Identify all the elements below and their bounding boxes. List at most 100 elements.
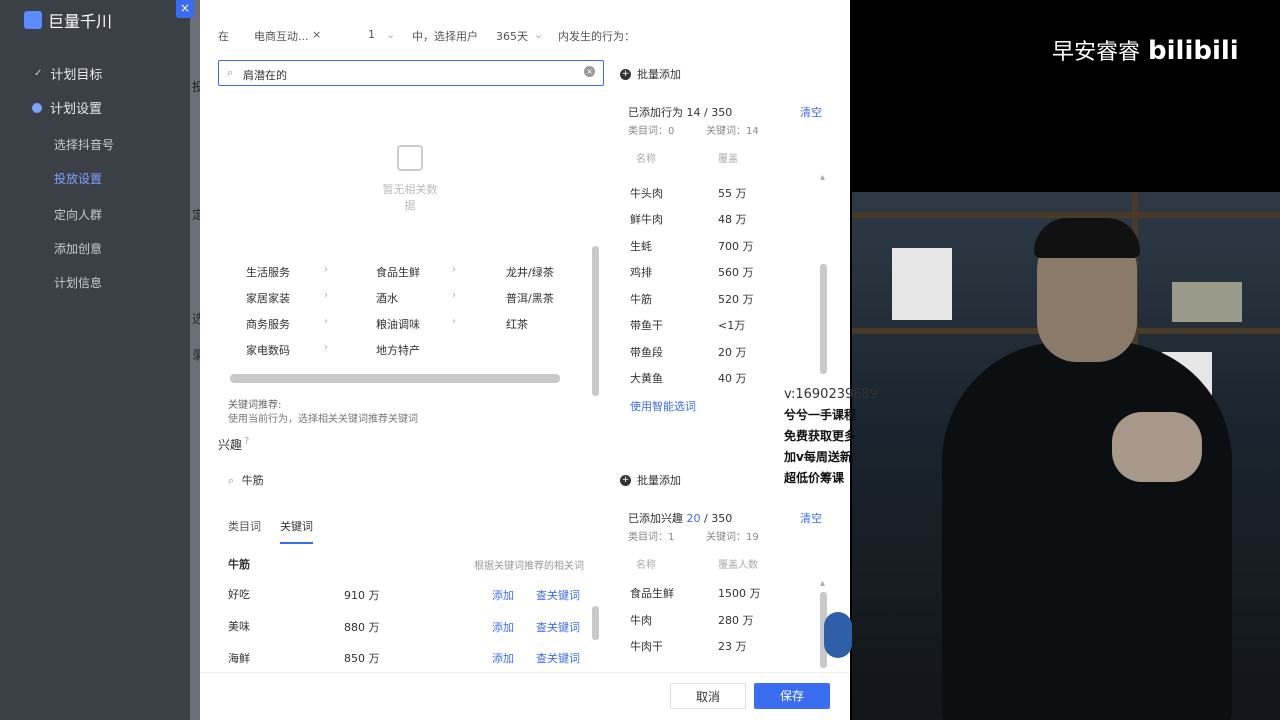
behavior-added-title: 已添加行为 14 / 350 <box>628 106 733 119</box>
close-button[interactable]: × <box>176 0 194 18</box>
presenter-hair <box>1034 218 1140 258</box>
search-icon: ⌕ <box>228 474 235 487</box>
count-select[interactable]: 1 <box>368 28 375 41</box>
plus-icon: + <box>620 68 631 80</box>
category-item[interactable]: 酒水 <box>376 290 398 306</box>
keyword-hint-label: 关键词推荐: <box>228 400 282 411</box>
search-value: 肩潜在的 <box>243 69 287 82</box>
column-name-header: 名称 <box>636 154 656 165</box>
interest-item-value: 23 万 <box>718 640 747 653</box>
clear-icon[interactable]: × <box>584 66 595 77</box>
batch-add-interest-button[interactable]: + 批量添加 <box>620 472 681 488</box>
app-name: 巨量千川 <box>48 12 113 31</box>
column-cover-header: 覆盖人数 <box>718 560 758 571</box>
category-item[interactable]: 红茶 <box>506 316 528 332</box>
behavior-item-value: <1万 <box>718 319 746 332</box>
category-item[interactable]: 龙井/绿茶 <box>506 264 554 280</box>
lookup-keyword-link[interactable]: 查关键词 <box>536 650 580 666</box>
scroll-up-icon[interactable]: ▴ <box>820 172 825 183</box>
sidebar-item-audience[interactable]: 定向人群 <box>54 206 102 223</box>
scene-clear-icon[interactable]: × <box>312 28 321 41</box>
behavior-item-name: 牛筋 <box>630 293 652 306</box>
behavior-search-input[interactable]: ⌕ 肩潜在的 × <box>218 60 604 86</box>
category-item[interactable]: 普洱/黑茶 <box>506 290 554 306</box>
logo-icon <box>24 11 42 29</box>
overlay-line: 超低价筹课 <box>784 471 845 485</box>
bilibili-logo: bilibili <box>1148 36 1239 66</box>
empty-box-icon <box>397 145 423 171</box>
app-sidebar: 巨量千川 ✓ 计划目标 计划设置 选择抖音号 投放设置 定向人群 添加创意 计划… <box>0 0 200 720</box>
clear-behavior-link[interactable]: 清空 <box>800 104 822 120</box>
interest-item-value: 280 万 <box>718 614 754 627</box>
add-keyword-button[interactable]: 添加 <box>492 619 514 635</box>
behavior-item-name: 带鱼段 <box>630 346 663 359</box>
interest-item-name: 牛肉干 <box>630 640 663 653</box>
column-cover-header: 覆盖 <box>718 154 738 165</box>
category-horizontal-scrollbar[interactable] <box>230 374 560 383</box>
chevron-right-icon: › <box>452 264 456 275</box>
sidebar-item-plan-goal[interactable]: ✓ 计划目标 <box>34 64 102 83</box>
app-logo[interactable]: 巨量千川 <box>24 8 112 32</box>
batch-add-behavior-button[interactable]: + 批量添加 <box>620 66 681 82</box>
save-button[interactable]: 保存 <box>754 683 830 709</box>
sidebar-item-plan-info[interactable]: 计划信息 <box>54 274 102 291</box>
search-icon: ⌕ <box>227 66 234 79</box>
behavior-item-name: 牛头肉 <box>630 187 663 200</box>
presenter-hand <box>1112 412 1202 482</box>
help-icon[interactable]: ? <box>244 436 249 447</box>
interest-search[interactable]: ⌕ 牛筋 <box>228 472 264 488</box>
category-item[interactable]: 家居家装 <box>246 290 290 306</box>
keyword-list-scrollbar[interactable] <box>592 606 599 640</box>
category-item[interactable]: 家电数码 <box>246 342 290 358</box>
overlay-line: v:1690239689 <box>784 387 879 402</box>
scene-select[interactable]: 电商互动... <box>254 28 309 44</box>
days-select[interactable]: 365天 <box>496 28 528 44</box>
add-keyword-button[interactable]: 添加 <box>492 650 514 666</box>
interest-item-name: 食品生鲜 <box>630 587 674 600</box>
behavior-list-scrollbar[interactable] <box>820 264 827 374</box>
chevron-right-icon: › <box>452 316 456 327</box>
clear-interest-link[interactable]: 清空 <box>800 510 822 526</box>
modal-footer: 取消 保存 <box>200 672 850 720</box>
watermark-text: 早安睿睿 <box>1052 40 1141 65</box>
smart-keyword-link[interactable]: 使用智能选词 <box>630 398 696 414</box>
behavior-item-name: 鸡排 <box>630 266 652 279</box>
overlay-line: 免费获取更多 <box>784 429 857 443</box>
interest-search-value: 牛筋 <box>241 474 264 487</box>
interest-section-title: 兴趣 <box>218 438 243 452</box>
mascot-icon[interactable] <box>824 612 852 658</box>
category-item[interactable]: 商务服务 <box>246 316 290 332</box>
category-item[interactable]: 地方特产 <box>376 342 420 358</box>
overlay-line: 加v每周送新 <box>784 450 852 464</box>
behavior-item-value: 40 万 <box>718 372 747 385</box>
interest-added-title: 已添加兴趣 20 / 350 <box>628 512 733 525</box>
tab-category-words[interactable]: 类目词 <box>228 518 261 534</box>
category-vertical-scrollbar[interactable] <box>592 246 599 396</box>
column-name-header: 名称 <box>636 560 656 571</box>
presenter <box>912 218 1232 720</box>
keyword-row-name: 好吃 <box>228 588 250 601</box>
tab-keywords[interactable]: 关键词 <box>280 518 313 544</box>
cancel-button[interactable]: 取消 <box>670 683 746 709</box>
category-item[interactable]: 粮油调味 <box>376 316 420 332</box>
behavior-item-value: 700 万 <box>718 240 754 253</box>
overlay-line: 兮兮一手课程 <box>784 408 857 422</box>
behavior-item-name: 生蚝 <box>630 240 652 253</box>
interest-item-name: 牛肉 <box>630 614 652 627</box>
category-item[interactable]: 食品生鲜 <box>376 264 420 280</box>
chevron-right-icon: › <box>324 290 328 301</box>
sidebar-item-creative[interactable]: 添加创意 <box>54 240 102 257</box>
interest-item-value: 1500 万 <box>718 587 761 600</box>
add-keyword-button[interactable]: 添加 <box>492 587 514 603</box>
category-item[interactable]: 生活服务 <box>246 264 290 280</box>
scroll-up-icon[interactable]: ▴ <box>820 578 825 589</box>
lookup-keyword-link[interactable]: 查关键词 <box>536 619 580 635</box>
behavior-item-value: 20 万 <box>718 346 747 359</box>
sidebar-item-delivery[interactable]: 投放设置 <box>54 170 102 187</box>
lookup-keyword-link[interactable]: 查关键词 <box>536 587 580 603</box>
chevron-right-icon: › <box>324 264 328 275</box>
check-icon: ✓ <box>34 68 43 79</box>
sidebar-item-douyin[interactable]: 选择抖音号 <box>54 136 114 153</box>
sidebar-item-plan-settings[interactable]: 计划设置 <box>32 98 102 117</box>
plus-icon: + <box>620 474 631 486</box>
